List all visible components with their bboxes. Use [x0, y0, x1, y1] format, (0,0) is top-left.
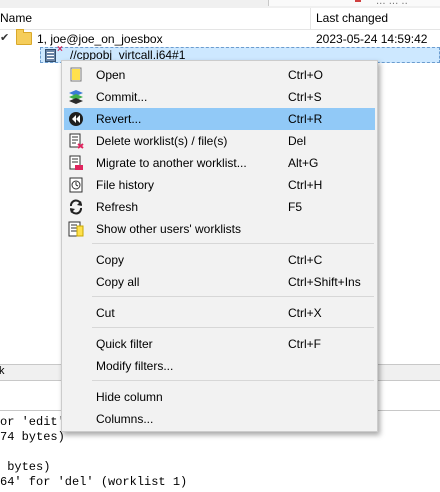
- menu-item-label: Commit...: [96, 90, 148, 104]
- menu-item-label: Quick filter: [96, 337, 153, 351]
- menu-item-columns[interactable]: Columns...: [64, 408, 375, 430]
- top-ghost-text: ... ... ..: [376, 0, 408, 7]
- menu-item-show-other-users[interactable]: Show other users' worklists: [64, 218, 375, 240]
- worklist-date: 2023-05-24 14:59:42: [316, 32, 428, 46]
- menu-item-copy-all[interactable]: Copy all Ctrl+Shift+Ins: [64, 271, 375, 293]
- refresh-icon: [68, 199, 84, 215]
- menu-item-cut[interactable]: Cut Ctrl+X: [64, 302, 375, 324]
- menu-item-label: Open: [96, 68, 126, 82]
- menu-item-migrate[interactable]: Migrate to another worklist... Alt+G: [64, 152, 375, 174]
- context-menu: Open Ctrl+O Commit... Ctrl+S Revert... C…: [61, 60, 378, 432]
- menu-item-copy[interactable]: Copy Ctrl+C: [64, 249, 375, 271]
- users-worklists-icon: [68, 221, 84, 237]
- folder-icon: [16, 29, 32, 45]
- menu-item-commit[interactable]: Commit... Ctrl+S: [64, 86, 375, 108]
- menu-item-label: Revert...: [96, 112, 142, 126]
- log-line: or 'edit': [0, 415, 65, 429]
- menu-item-refresh[interactable]: Refresh F5: [64, 196, 375, 218]
- log-line: 64' for 'del' (worklist 1): [0, 475, 188, 489]
- commit-icon: [68, 89, 84, 105]
- column-header: Name Last changed: [0, 8, 440, 30]
- menu-item-label: Migrate to another worklist...: [96, 156, 247, 170]
- menu-item-shortcut: Ctrl+C: [288, 253, 323, 267]
- tab-edge: [268, 0, 440, 6]
- chevron-down-icon[interactable]: ✔: [0, 31, 9, 44]
- open-icon: [68, 67, 84, 83]
- lower-pane-tab[interactable]: k: [0, 365, 5, 377]
- menu-item-label: Copy: [96, 253, 125, 267]
- menu-item-shortcut: Ctrl+R: [288, 112, 323, 126]
- menu-item-open[interactable]: Open Ctrl+O: [64, 64, 375, 86]
- menu-item-shortcut: Ctrl+S: [288, 90, 322, 104]
- migrate-icon: [68, 155, 84, 171]
- menu-item-label: Cut: [96, 306, 115, 320]
- modified-mark: [355, 0, 361, 2]
- menu-separator: [92, 327, 374, 328]
- menu-item-label: Hide column: [96, 390, 163, 404]
- history-icon: [68, 177, 84, 193]
- menu-item-hide-column[interactable]: Hide column: [64, 386, 375, 408]
- menu-item-delete[interactable]: Delete worklist(s) / file(s) Del: [64, 130, 375, 152]
- menu-item-revert[interactable]: Revert... Ctrl+R: [64, 108, 375, 130]
- menu-item-label: Copy all: [96, 275, 140, 289]
- menu-item-shortcut: Del: [288, 134, 307, 148]
- menu-item-label: Refresh: [96, 200, 139, 214]
- menu-item-shortcut: Ctrl+O: [288, 68, 324, 82]
- delete-icon: [68, 133, 84, 149]
- menu-item-shortcut: Ctrl+F: [288, 337, 321, 351]
- menu-item-shortcut: Ctrl+X: [288, 306, 322, 320]
- worklist-row[interactable]: ✔ 1, joe@joe_on_joesbox 2023-05-24 14:59…: [0, 29, 440, 48]
- menu-item-shortcut: Ctrl+Shift+Ins: [288, 275, 361, 289]
- menu-item-quick-filter[interactable]: Quick filter Ctrl+F: [64, 333, 375, 355]
- menu-item-file-history[interactable]: File history Ctrl+H: [64, 174, 375, 196]
- menu-separator: [92, 380, 374, 381]
- log-line: 74 bytes): [0, 430, 65, 444]
- lower-pane-header: k: [0, 364, 66, 381]
- modified-x-icon: ×: [57, 44, 63, 55]
- log-line: bytes): [0, 460, 51, 474]
- menu-item-label: Delete worklist(s) / file(s): [96, 134, 228, 148]
- column-divider[interactable]: [310, 8, 311, 29]
- column-last-changed-header[interactable]: Last changed: [316, 11, 388, 25]
- title-strip: ... ... ..: [0, 0, 440, 8]
- menu-item-label: File history: [96, 178, 155, 192]
- revert-icon: [68, 111, 84, 127]
- log-divider-right: [376, 410, 440, 411]
- file-icon: [45, 49, 56, 62]
- log-divider: [0, 410, 62, 411]
- menu-item-label: Show other users' worklists: [96, 222, 242, 236]
- worklist-name: 1, joe@joe_on_joesbox: [37, 32, 163, 46]
- lower-pane-header-right: [376, 364, 440, 381]
- menu-item-label: Modify filters...: [96, 359, 174, 373]
- menu-separator: [92, 243, 374, 244]
- menu-item-shortcut: Ctrl+H: [288, 178, 323, 192]
- menu-item-shortcut: Alt+G: [288, 156, 319, 170]
- menu-item-modify-filters[interactable]: Modify filters...: [64, 355, 375, 377]
- menu-item-shortcut: F5: [288, 200, 303, 214]
- menu-separator: [92, 296, 374, 297]
- column-name-header[interactable]: Name: [0, 11, 32, 25]
- menu-item-label: Columns...: [96, 412, 154, 426]
